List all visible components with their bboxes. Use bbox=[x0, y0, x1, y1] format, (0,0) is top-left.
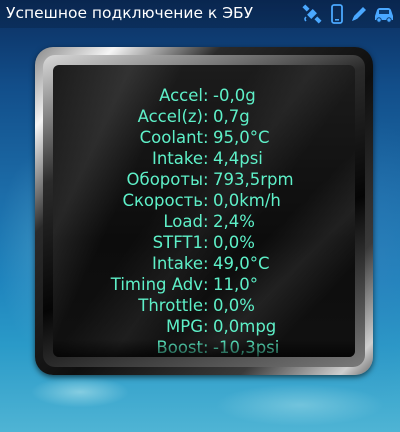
reading-separator: : bbox=[203, 86, 209, 105]
reading-label: Accel(z) bbox=[137, 107, 203, 126]
reading-separator: : bbox=[203, 317, 209, 336]
reading-label: Accel bbox=[159, 86, 203, 105]
reading-separator: : bbox=[203, 128, 209, 147]
phone-icon[interactable] bbox=[326, 4, 348, 24]
reading-row: Скорость:0,0km/h bbox=[53, 190, 355, 211]
reading-label: Обороты bbox=[126, 170, 203, 189]
reading-label: Intake bbox=[151, 254, 203, 273]
reading-separator: : bbox=[203, 149, 209, 168]
reading-value: 11,0° bbox=[213, 275, 258, 294]
reading-row: Intake:49,0°C bbox=[53, 253, 355, 274]
reading-value: 49,0°C bbox=[213, 254, 270, 273]
reading-label: Coolant bbox=[139, 128, 203, 147]
reading-row: Coolant:95,0°C bbox=[53, 127, 355, 148]
reading-separator: : bbox=[203, 296, 209, 315]
reading-row: Load:2,4% bbox=[53, 211, 355, 232]
reading-row: Intake:4,4psi bbox=[53, 148, 355, 169]
reading-separator: : bbox=[203, 275, 209, 294]
reading-separator: : bbox=[203, 254, 209, 273]
satellite-icon[interactable] bbox=[301, 4, 323, 24]
gauge-widget[interactable]: Accel: -0,0g Accel(z):0,7g Coolant:95,0°C In… bbox=[35, 47, 373, 375]
reading-row: Обороты:793,5rpm bbox=[53, 169, 355, 190]
reading-value: 4,4psi bbox=[213, 149, 263, 168]
reading-label: Timing Adv bbox=[110, 275, 203, 294]
reading-value: 95,0°C bbox=[213, 128, 270, 147]
reading-separator: : bbox=[203, 233, 209, 252]
readings-list: Accel: -0,0g Accel(z):0,7g Coolant:95,0°C In… bbox=[53, 85, 355, 357]
connection-status-text: Успешное подключение к ЭБУ bbox=[6, 4, 254, 22]
reading-value: 0,7g bbox=[213, 107, 250, 126]
reading-row: Accel: -0,0g bbox=[53, 85, 355, 106]
gauge-screen: Accel: -0,0g Accel(z):0,7g Coolant:95,0°C In… bbox=[53, 65, 355, 357]
reading-separator: : bbox=[203, 191, 209, 210]
car-icon[interactable] bbox=[372, 4, 394, 24]
screen-bottom-shade bbox=[53, 339, 355, 357]
reading-label: Throttle bbox=[138, 296, 203, 315]
reading-row: Accel(z):0,7g bbox=[53, 106, 355, 127]
reading-value: 0,0mpg bbox=[213, 317, 277, 336]
reading-separator: : bbox=[203, 107, 209, 126]
reading-value: 0,0km/h bbox=[213, 191, 281, 210]
reading-label: Intake bbox=[151, 149, 203, 168]
reading-label: MPG bbox=[166, 317, 203, 336]
app-background: Успешное подключение к ЭБУ Accel: -0,0g… bbox=[0, 0, 400, 432]
reading-row: MPG:0,0mpg bbox=[53, 316, 355, 337]
reading-row: Throttle:0,0% bbox=[53, 295, 355, 316]
reading-value: 793,5rpm bbox=[213, 170, 294, 189]
reading-row: Timing Adv:11,0° bbox=[53, 274, 355, 295]
reading-value: -0,0g bbox=[213, 86, 256, 105]
pencil-icon[interactable] bbox=[349, 4, 371, 24]
reading-label: Load bbox=[163, 212, 203, 231]
reading-value: 2,4% bbox=[213, 212, 255, 231]
reading-value: 0,0% bbox=[213, 296, 255, 315]
reading-value: 0,0% bbox=[213, 233, 255, 252]
reading-separator: : bbox=[203, 170, 209, 189]
reading-separator: : bbox=[203, 212, 209, 231]
reading-label: STFT1 bbox=[152, 233, 203, 252]
status-bar: Успешное подключение к ЭБУ bbox=[0, 0, 400, 28]
reading-label: Скорость bbox=[122, 191, 203, 210]
reading-row: STFT1:0,0% bbox=[53, 232, 355, 253]
